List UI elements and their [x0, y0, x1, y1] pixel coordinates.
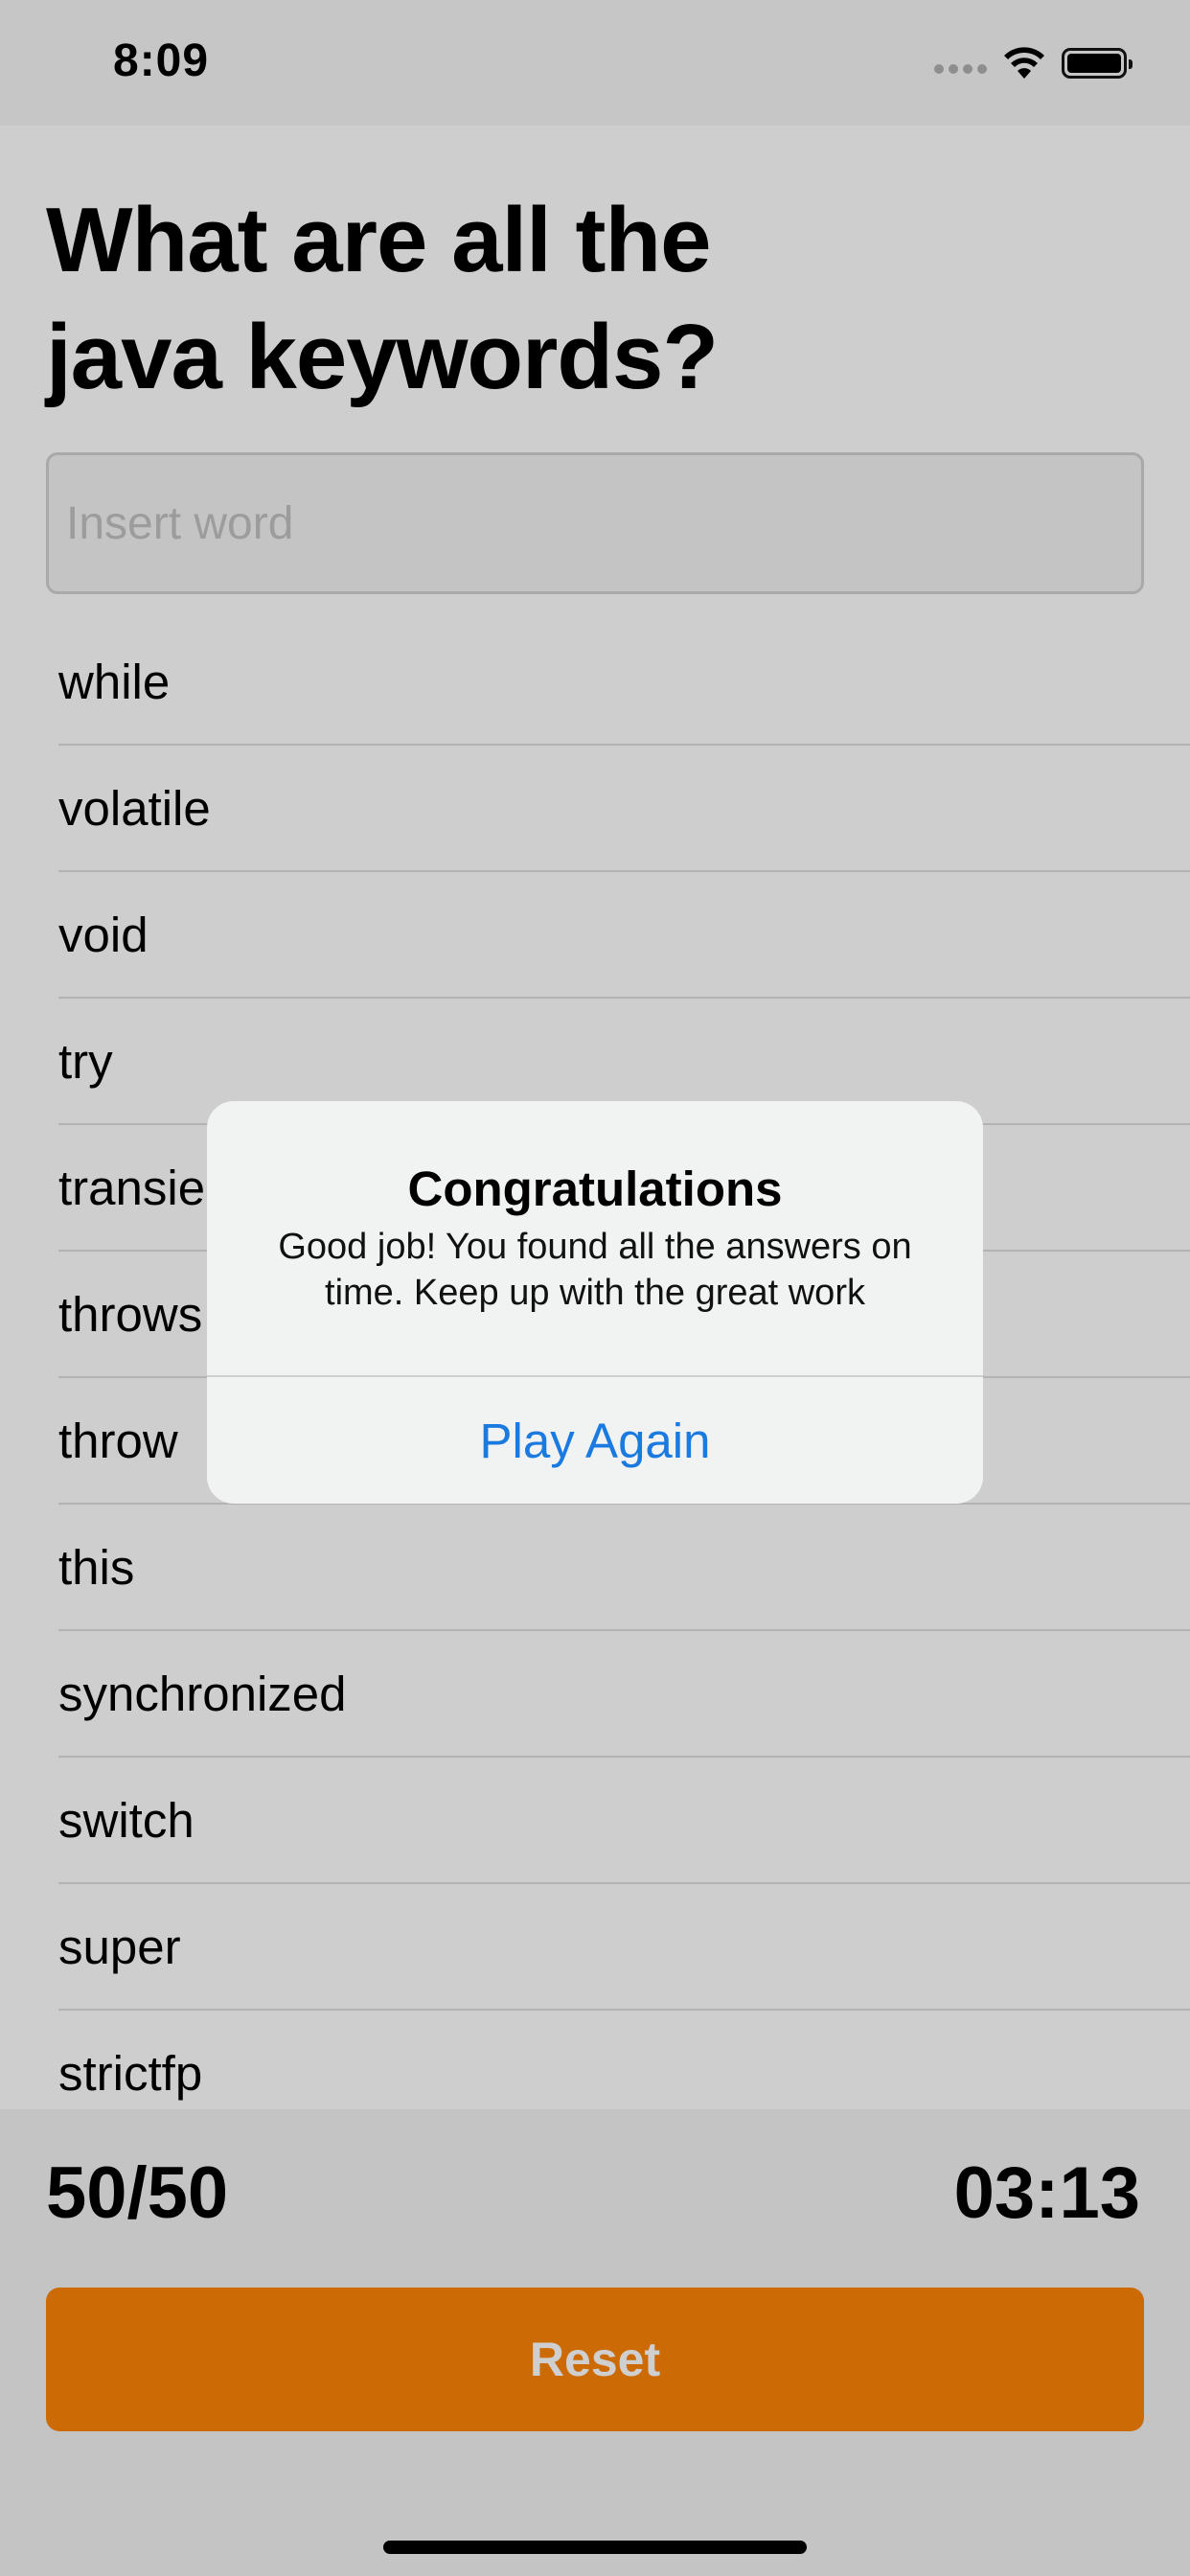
play-again-button[interactable]: Play Again — [207, 1377, 983, 1504]
reset-button[interactable]: Reset — [46, 2288, 1144, 2431]
word-label: while — [58, 655, 171, 709]
list-item[interactable]: switch — [0, 1758, 1190, 1884]
list-item[interactable]: super — [0, 1884, 1190, 2011]
alert-message: Good job! You found all the answers on t… — [278, 1227, 912, 1313]
timer: 03:13 — [953, 2152, 1140, 2234]
status-bar: 8:09 — [0, 0, 1190, 126]
score-counter: 50/50 — [46, 2152, 229, 2234]
word-input[interactable] — [46, 452, 1144, 594]
word-label: void — [58, 908, 149, 962]
word-label: throws — [58, 1287, 203, 1342]
word-label: synchronized — [58, 1667, 347, 1721]
word-label: volatile — [58, 781, 211, 836]
list-item[interactable]: volatile — [0, 746, 1190, 872]
status-icons — [934, 44, 1133, 82]
alert-title: Congratulations — [407, 1162, 783, 1216]
word-label: super — [58, 1920, 181, 1974]
bottom-panel: 50/50 03:13 Reset — [0, 2109, 1190, 2576]
list-item[interactable]: strictfp — [0, 2011, 1190, 2109]
page-title: What are all the java keywords? — [46, 189, 719, 408]
signal-dots-icon — [934, 53, 987, 74]
list-item[interactable]: this — [0, 1505, 1190, 1631]
status-time: 8:09 — [113, 35, 210, 86]
word-label: try — [58, 1034, 113, 1089]
word-label: switch — [58, 1793, 195, 1848]
list-item[interactable]: while — [0, 619, 1190, 746]
congratulations-alert: Congratulations Good job! You found all … — [207, 1101, 983, 1504]
word-label: strictfp — [58, 2046, 203, 2101]
word-label: throw — [58, 1414, 178, 1468]
wifi-icon — [1004, 47, 1044, 79]
word-label: this — [58, 1540, 135, 1595]
battery-icon — [1062, 48, 1133, 79]
list-item[interactable]: synchronized — [0, 1631, 1190, 1758]
home-indicator[interactable] — [383, 2541, 807, 2554]
list-item[interactable]: void — [0, 872, 1190, 999]
